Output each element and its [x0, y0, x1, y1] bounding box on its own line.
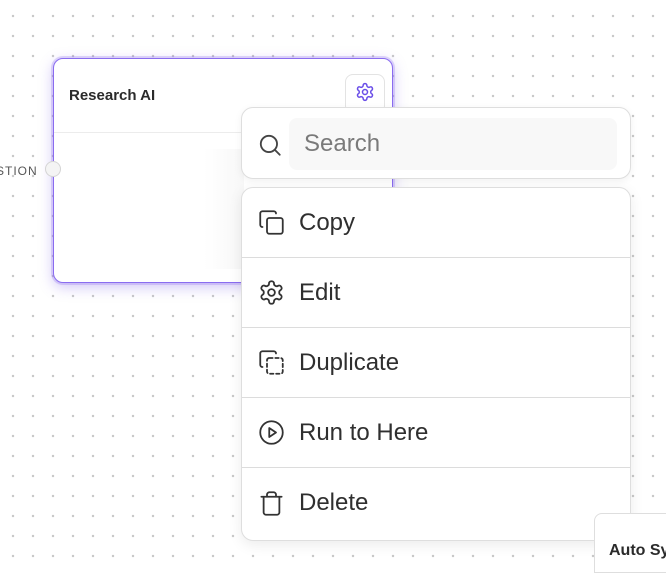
menu-item-delete[interactable]: Delete	[242, 468, 630, 538]
input-port-handle[interactable]	[45, 161, 61, 177]
gear-icon	[355, 82, 375, 107]
play-circle-icon	[257, 419, 285, 447]
menu-item-edit[interactable]: Edit	[242, 258, 630, 328]
menu-item-label: Edit	[299, 278, 341, 306]
node-title: Research AI	[69, 87, 156, 104]
search-icon	[257, 132, 283, 163]
context-menu: Copy Edit Duplicate Run to Here Delete	[241, 187, 631, 541]
menu-item-label: Run to Here	[299, 418, 429, 446]
context-menu-search	[241, 107, 631, 179]
auto-sync-panel[interactable]: Auto Sy	[594, 513, 666, 573]
menu-item-label: Delete	[299, 489, 369, 516]
menu-item-label: Duplicate	[299, 348, 400, 376]
duplicate-icon	[257, 349, 285, 377]
copy-icon	[257, 209, 285, 237]
menu-item-label: Copy	[299, 208, 356, 236]
auto-sync-label: Auto Sy	[609, 542, 666, 559]
trash-icon	[257, 489, 285, 517]
menu-item-copy[interactable]: Copy	[242, 188, 630, 258]
menu-item-duplicate[interactable]: Duplicate	[242, 328, 630, 398]
node-body-shade	[204, 149, 244, 269]
menu-item-run-to-here[interactable]: Run to Here	[242, 398, 630, 468]
search-input[interactable]	[289, 118, 617, 170]
input-port-label: STION	[0, 164, 38, 178]
gear-icon	[257, 279, 285, 307]
